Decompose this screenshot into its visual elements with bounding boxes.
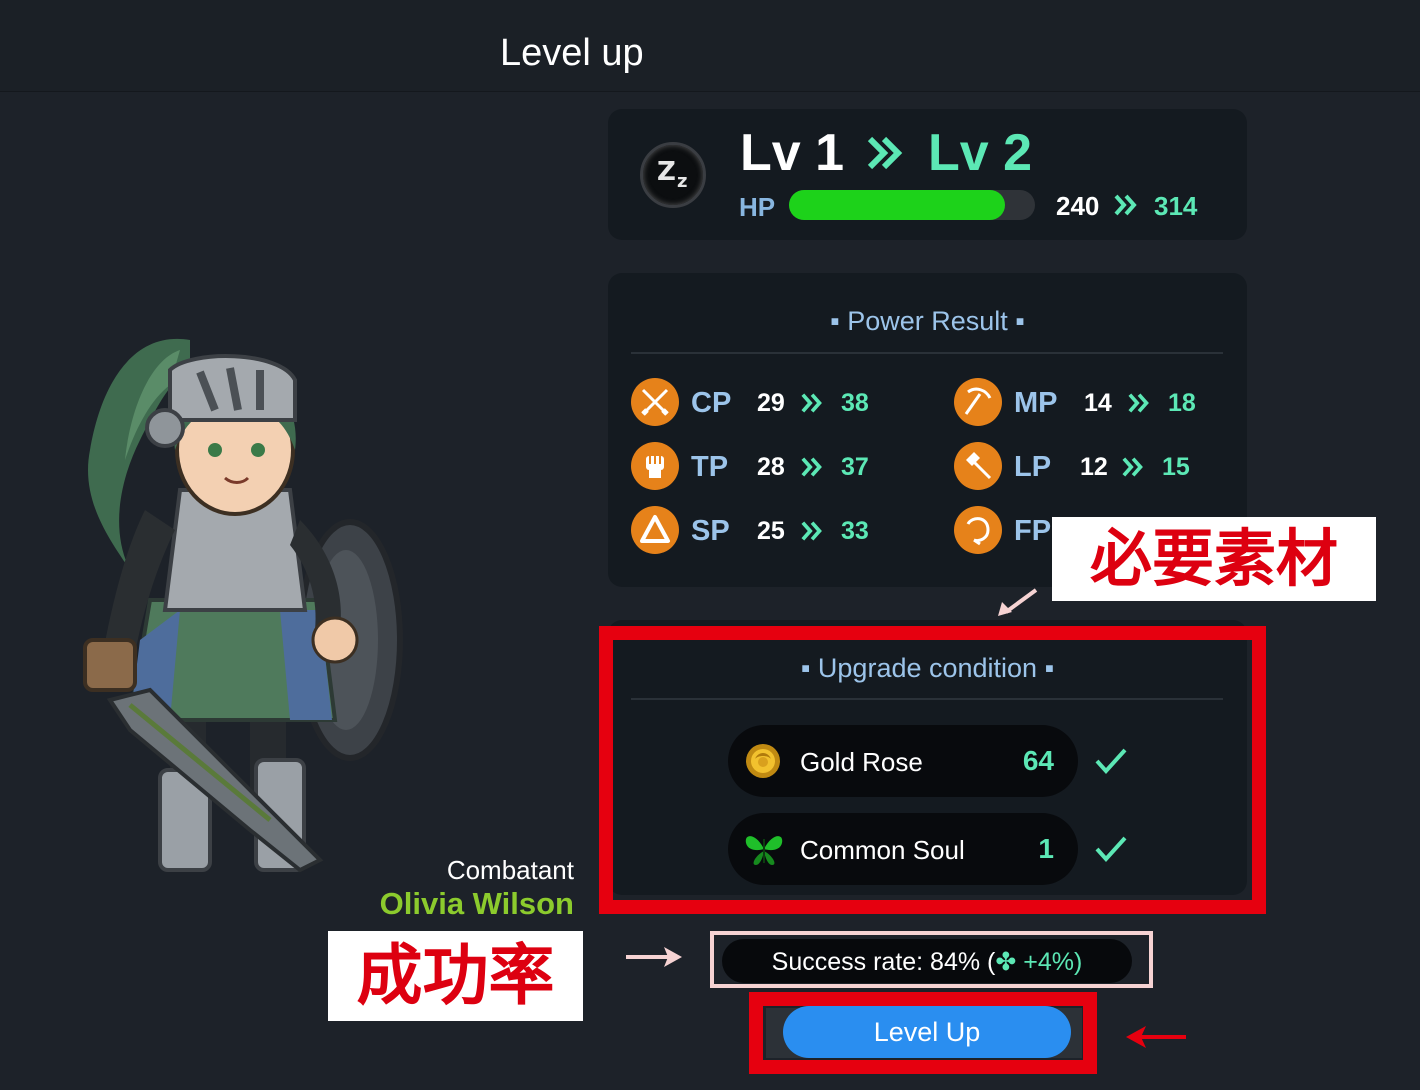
sleep-zz-icon: Z z [640,142,706,208]
stat-lp: LP 12 15 [954,442,1224,492]
combatant-name: Olivia Wilson [379,886,574,921]
annotation-arrow-icon [626,947,682,967]
stat-name: MP [1014,387,1058,419]
stat-next: 18 [1168,389,1196,417]
hp-label: HP [739,192,776,222]
stat-next: 15 [1162,453,1190,481]
stat-next: 38 [841,389,869,417]
fist-icon [631,442,679,490]
stat-name: LP [1014,451,1052,483]
crossed-swords-icon [631,378,679,426]
combatant-label: Combatant [446,855,574,885]
clover-icon: ✤ [995,948,1017,976]
stat-next: 37 [841,453,869,481]
annotation-arrow-icon [998,588,1038,616]
double-chevron-icon [801,393,822,413]
double-chevron-icon [1128,393,1149,413]
stat-current: 29 [757,389,785,417]
hp-current: 240 [1056,191,1100,221]
stat-name: SP [691,515,730,547]
annotation-required-materials: 必要素材 [1052,517,1376,601]
hp-bar-fill [789,190,1006,220]
double-chevron-icon [801,521,822,541]
next-level: Lv 2 [928,124,1033,182]
double-chevron-icon [1114,194,1137,216]
power-result-title: ▪ Power Result ▪ [830,306,1025,336]
stat-sp: SP 25 33 [631,506,931,556]
annotation-success-rate: 成功率 [328,931,583,1021]
current-level: Lv 1 [740,124,845,182]
stat-next: 33 [841,517,869,545]
stat-current: 14 [1084,389,1112,417]
stat-current: 28 [757,453,785,481]
double-chevron-icon [867,136,903,170]
triangle-swirl-icon [631,506,679,554]
stat-name: FP [1014,515,1052,547]
axe-icon [954,442,1002,490]
success-rate-text: Success rate: 84% (✤ +4%) [722,947,1132,977]
stat-mp: MP 14 18 [954,378,1224,428]
success-rate-bonus: +4%) [1023,948,1083,976]
divider [631,352,1223,354]
level-panel: Z z Lv 1 Lv 2 HP 240 314 [608,109,1247,240]
stat-current: 12 [1080,453,1108,481]
character-portrait [83,338,403,873]
stat-name: TP [691,451,729,483]
hp-bar [789,190,1035,220]
stat-cp: CP 29 38 [631,378,931,428]
stat-name: CP [691,387,732,419]
success-rate-label: Success rate: 84% ( [771,948,996,976]
top-bar: Level up [0,0,1420,92]
page-title: Level up [500,32,644,74]
pickaxe-icon [954,378,1002,426]
success-rate-bar: Success rate: 84% (✤ +4%) [722,939,1132,983]
double-chevron-icon [1122,457,1143,477]
stat-current: 25 [757,517,785,545]
sickle-icon [954,506,1002,554]
hp-next: 314 [1154,191,1198,221]
annotation-arrow-icon [1126,1026,1186,1048]
double-chevron-icon [801,457,822,477]
stat-fp: FP [954,506,1054,556]
annotation-highlight-box [749,992,1097,1074]
annotation-highlight-box [599,626,1266,914]
stat-tp: TP 28 37 [631,442,931,492]
